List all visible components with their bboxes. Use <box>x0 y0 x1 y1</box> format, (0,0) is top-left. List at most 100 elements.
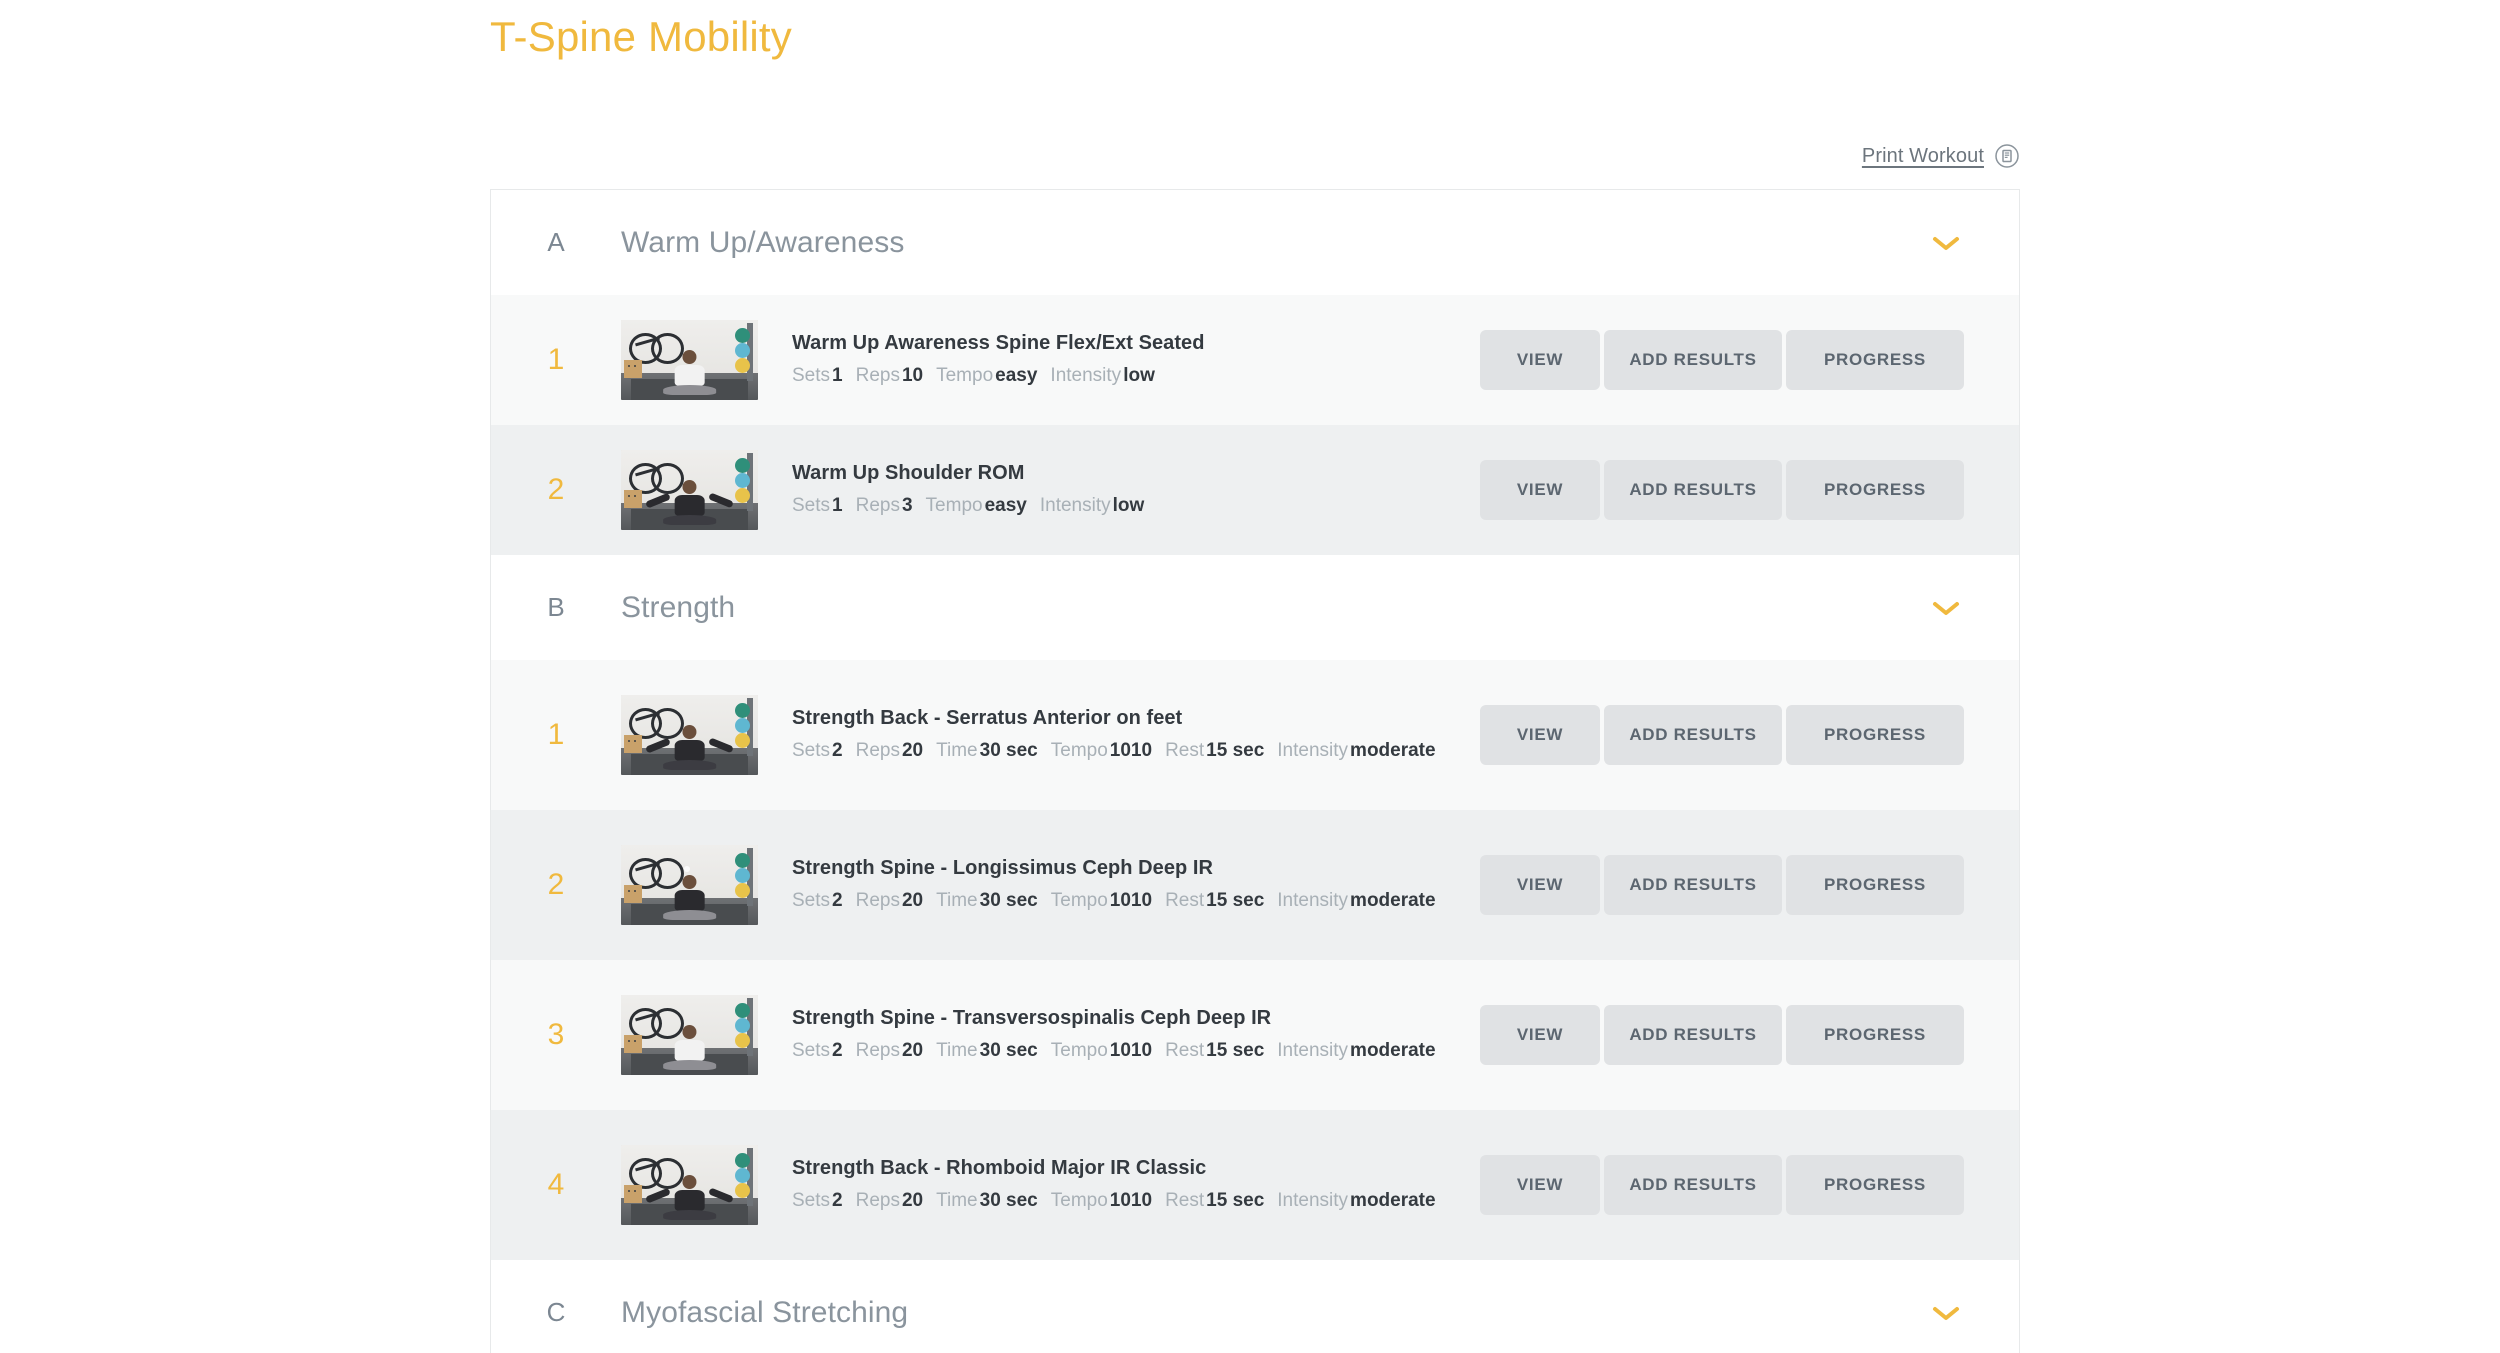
meta-tempo: Tempo easy <box>926 495 1027 516</box>
section-header-b[interactable]: B Strength <box>491 555 2019 660</box>
meta-label-tempo: Tempo <box>1050 1040 1108 1062</box>
progress-button[interactable]: PROGRESS <box>1786 460 1964 520</box>
progress-button[interactable]: PROGRESS <box>1786 705 1964 765</box>
meta-value-intensity: low <box>1123 365 1155 387</box>
meta-label-reps: Reps <box>855 740 900 762</box>
exercise-actions: VIEW ADD RESULTS PROGRESS <box>1480 1155 2019 1215</box>
meta-value-tempo: easy <box>984 495 1027 517</box>
exercise-thumbnail-longissimus[interactable] <box>621 845 758 925</box>
exercise-thumbnail-shoulder-rom[interactable] <box>621 450 758 530</box>
add-results-button[interactable]: ADD RESULTS <box>1604 855 1782 915</box>
meta-value-rest: 15 sec <box>1206 1190 1265 1212</box>
section-letter: C <box>546 1297 566 1327</box>
chevron-down-icon[interactable] <box>1931 1304 1961 1322</box>
printer-circle-icon[interactable] <box>1994 143 2020 169</box>
meta-intensity: Intensity moderate <box>1277 890 1435 911</box>
workout-card: A Warm Up/Awareness 1 Warm Up Awareness Spi… <box>490 189 2020 1353</box>
page-title: T-Spine Mobility <box>490 13 792 60</box>
meta-label-rest: Rest <box>1165 1040 1205 1062</box>
meta-value-time: 30 sec <box>979 1040 1038 1062</box>
exercise-index: 3 <box>547 1018 565 1051</box>
exercise-details: Strength Spine - Transversospinalis Ceph… <box>792 1005 1480 1065</box>
meta-reps: Reps 20 <box>856 1190 924 1211</box>
meta-value-intensity: moderate <box>1350 1190 1436 1212</box>
print-workout-link[interactable]: Print Workout <box>1862 145 1984 168</box>
meta-label-intensity: Intensity <box>1277 740 1349 762</box>
exercise-actions: VIEW ADD RESULTS PROGRESS <box>1480 855 2019 915</box>
exercise-title: Strength Spine - Transversospinalis Ceph… <box>792 1007 1272 1030</box>
progress-button[interactable]: PROGRESS <box>1786 855 1964 915</box>
add-results-button[interactable]: ADD RESULTS <box>1604 1155 1782 1215</box>
progress-button[interactable]: PROGRESS <box>1786 1155 1964 1215</box>
meta-time: Time 30 sec <box>936 1040 1038 1061</box>
view-button[interactable]: VIEW <box>1480 705 1600 765</box>
meta-label-time: Time <box>936 740 978 762</box>
exercise-title: Warm Up Shoulder ROM <box>792 462 1025 485</box>
view-button[interactable]: VIEW <box>1480 460 1600 520</box>
meta-tempo: Tempo 1010 <box>1051 1040 1152 1061</box>
progress-button[interactable]: PROGRESS <box>1786 330 1964 390</box>
meta-value-sets: 2 <box>832 1040 843 1062</box>
meta-label-tempo: Tempo <box>1050 890 1108 912</box>
add-results-button[interactable]: ADD RESULTS <box>1604 705 1782 765</box>
exercise-thumbnail-serratus-anterior[interactable] <box>621 695 758 775</box>
section-header-c[interactable]: C Myofascial Stretching <box>491 1260 2019 1353</box>
exercise-index: 1 <box>547 718 565 751</box>
exercise-actions: VIEW ADD RESULTS PROGRESS <box>1480 330 2019 390</box>
exercise-thumbnail-transversospinalis[interactable] <box>621 995 758 1075</box>
view-button[interactable]: VIEW <box>1480 855 1600 915</box>
meta-reps: Reps 10 <box>856 365 924 386</box>
chevron-down-icon[interactable] <box>1931 234 1961 252</box>
view-button[interactable]: VIEW <box>1480 1005 1600 1065</box>
exercise-row: 1 Warm Up Awareness Spine Flex/Ext Seated… <box>491 295 2019 425</box>
view-button[interactable]: VIEW <box>1480 1155 1600 1215</box>
meta-intensity: Intensity moderate <box>1277 1190 1435 1211</box>
meta-sets: Sets 1 <box>792 495 843 516</box>
meta-label-rest: Rest <box>1165 890 1205 912</box>
meta-label-sets: Sets <box>792 365 831 387</box>
meta-value-tempo: 1010 <box>1109 1190 1153 1212</box>
meta-reps: Reps 20 <box>856 740 924 761</box>
meta-label-sets: Sets <box>792 740 831 762</box>
meta-intensity: Intensity low <box>1050 365 1154 386</box>
exercise-details: Strength Back - Rhomboid Major IR Classi… <box>792 1155 1480 1215</box>
meta-label-intensity: Intensity <box>1039 495 1111 517</box>
meta-intensity: Intensity moderate <box>1277 740 1435 761</box>
meta-intensity: Intensity moderate <box>1277 1040 1435 1061</box>
meta-label-tempo: Tempo <box>936 365 994 387</box>
exercise-thumbnail-rhomboid-major[interactable] <box>621 1145 758 1225</box>
meta-label-reps: Reps <box>855 1040 900 1062</box>
section-header-a[interactable]: A Warm Up/Awareness <box>491 190 2019 295</box>
meta-value-sets: 1 <box>832 365 843 387</box>
exercise-meta: Sets 1 Reps 3 Tempo easy Intensity low <box>792 492 1460 520</box>
progress-button[interactable]: PROGRESS <box>1786 1005 1964 1065</box>
meta-value-reps: 3 <box>901 495 913 517</box>
section-name: Strength <box>621 590 736 624</box>
add-results-button[interactable]: ADD RESULTS <box>1604 330 1782 390</box>
meta-value-time: 30 sec <box>979 1190 1038 1212</box>
meta-value-rest: 15 sec <box>1206 1040 1265 1062</box>
meta-value-reps: 20 <box>901 1040 924 1062</box>
exercise-index: 1 <box>547 343 565 376</box>
exercise-index: 4 <box>547 1168 565 1201</box>
meta-label-sets: Sets <box>792 495 831 517</box>
meta-value-sets: 2 <box>832 740 843 762</box>
meta-reps: Reps 20 <box>856 890 924 911</box>
exercise-row: 4 Strength Back - Rhomboid Major IR Class… <box>491 1110 2019 1260</box>
meta-label-intensity: Intensity <box>1277 1190 1349 1212</box>
meta-value-reps: 20 <box>901 1190 924 1212</box>
meta-reps: Reps 3 <box>856 495 913 516</box>
meta-value-reps: 10 <box>901 365 924 387</box>
exercise-thumbnail-seated-flexion[interactable] <box>621 320 758 400</box>
add-results-button[interactable]: ADD RESULTS <box>1604 460 1782 520</box>
meta-label-sets: Sets <box>792 1190 831 1212</box>
add-results-button[interactable]: ADD RESULTS <box>1604 1005 1782 1065</box>
meta-rest: Rest 15 sec <box>1165 890 1264 911</box>
meta-time: Time 30 sec <box>936 890 1038 911</box>
meta-intensity: Intensity low <box>1040 495 1144 516</box>
meta-label-tempo: Tempo <box>1050 1190 1108 1212</box>
view-button[interactable]: VIEW <box>1480 330 1600 390</box>
meta-value-rest: 15 sec <box>1206 890 1265 912</box>
meta-sets: Sets 2 <box>792 890 843 911</box>
chevron-down-icon[interactable] <box>1931 599 1961 617</box>
